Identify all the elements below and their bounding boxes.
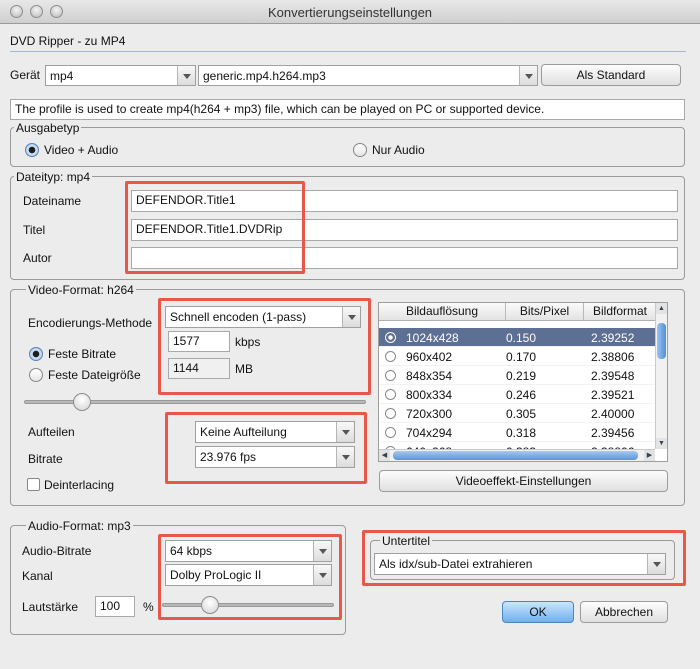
highlight-box <box>158 534 342 620</box>
audio-only-radio[interactable] <box>353 143 367 157</box>
fixed-bitrate-label[interactable]: Feste Bitrate <box>48 347 116 361</box>
chevron-down-icon[interactable] <box>177 66 195 85</box>
video-audio-radio[interactable] <box>25 143 39 157</box>
profile-description: The profile is used to create mp4(h264 +… <box>10 99 685 120</box>
scroll-down-icon[interactable]: ▼ <box>656 438 667 449</box>
highlight-box <box>158 298 371 395</box>
table-row[interactable]: 848x354 0.219 2.39548 <box>379 366 656 385</box>
highlight-box <box>125 181 305 274</box>
fixed-filesize-label[interactable]: Feste Dateigröße <box>48 368 141 382</box>
volume-label: Lautstärke <box>22 600 79 614</box>
device-profile-select[interactable]: generic.mp4.h264.mp3 <box>198 65 538 86</box>
audio-only-label[interactable]: Nur Audio <box>372 143 425 157</box>
scroll-left-icon[interactable]: ◀ <box>379 450 390 461</box>
deinterlacing-label[interactable]: Deinterlacing <box>44 478 114 492</box>
filename-label: Dateiname <box>23 194 82 208</box>
title-label: Titel <box>23 223 46 237</box>
channel-label: Kanal <box>22 569 53 583</box>
row-radio[interactable] <box>385 332 396 343</box>
file-group-title: Dateityp: mp4 <box>14 170 93 184</box>
row-radio[interactable] <box>385 351 396 362</box>
audio-format-title: Audio-Format: mp3 <box>26 519 133 533</box>
table-row[interactable]: 720x300 0.305 2.40000 <box>379 404 656 423</box>
deinterlacing-checkbox[interactable] <box>27 478 40 491</box>
table-row[interactable]: 800x334 0.246 2.39521 <box>379 385 656 404</box>
resolution-table[interactable]: Bildauflösung Bits/Pixel Bildformat 1024… <box>378 302 668 462</box>
row-radio[interactable] <box>385 389 396 400</box>
row-radio[interactable] <box>385 370 396 381</box>
row-radio[interactable] <box>385 427 396 438</box>
encoding-method-label: Encodierungs-Methode <box>28 316 153 330</box>
quality-slider-knob[interactable] <box>72 393 91 411</box>
audio-bitrate-label: Audio-Bitrate <box>22 544 92 558</box>
table-horizontal-scrollbar[interactable]: ◀ ▶ <box>379 449 655 461</box>
volume-input[interactable]: 100 <box>95 596 135 617</box>
volume-unit: % <box>143 600 154 614</box>
framerate-label: Bitrate <box>28 452 63 466</box>
video-audio-label[interactable]: Video + Audio <box>44 143 118 157</box>
highlight-box <box>362 530 686 586</box>
table-row[interactable]: 960x402 0.170 2.38806 <box>379 347 656 366</box>
ok-button[interactable]: OK <box>502 601 574 623</box>
subtitle-divider <box>10 51 686 52</box>
device-format-select[interactable]: mp4 <box>45 65 196 86</box>
video-effects-button[interactable]: Videoeffekt-Einstellungen <box>379 470 668 492</box>
column-header-bits-per-pixel[interactable]: Bits/Pixel <box>506 303 584 321</box>
fixed-bitrate-radio[interactable] <box>29 347 43 361</box>
column-header-aspect-ratio[interactable]: Bildformat <box>584 303 657 321</box>
table-row[interactable]: 1024x428 0.150 2.39252 <box>379 328 656 347</box>
page-subtitle: DVD Ripper - zu MP4 <box>10 34 126 48</box>
set-default-button[interactable]: Als Standard <box>541 64 681 86</box>
highlight-box <box>165 412 367 484</box>
device-profile-value: generic.mp4.h264.mp3 <box>203 69 326 83</box>
output-type-title: Ausgabetyp <box>14 121 82 135</box>
scroll-up-icon[interactable]: ▲ <box>656 303 667 314</box>
vertical-scroll-thumb[interactable] <box>657 323 666 359</box>
table-row[interactable]: 704x294 0.318 2.39456 <box>379 423 656 442</box>
fixed-filesize-radio[interactable] <box>29 368 43 382</box>
table-vertical-scrollbar[interactable]: ▲ ▼ <box>655 303 667 449</box>
scroll-right-icon[interactable]: ▶ <box>644 450 655 461</box>
window-title: Konvertierungseinstellungen <box>267 5 433 20</box>
author-label: Autor <box>23 251 52 265</box>
split-label: Aufteilen <box>28 425 75 439</box>
device-label: Gerät <box>10 68 41 82</box>
cancel-button[interactable]: Abbrechen <box>580 601 668 623</box>
video-format-title: Video-Format: h264 <box>26 283 136 297</box>
device-format-value: mp4 <box>50 69 74 83</box>
horizontal-scroll-thumb[interactable] <box>393 451 638 460</box>
window-titlebar: Konvertierungseinstellungen <box>0 0 700 24</box>
column-header-resolution[interactable]: Bildauflösung <box>379 303 506 321</box>
chevron-down-icon[interactable] <box>519 66 537 85</box>
row-radio[interactable] <box>385 408 396 419</box>
